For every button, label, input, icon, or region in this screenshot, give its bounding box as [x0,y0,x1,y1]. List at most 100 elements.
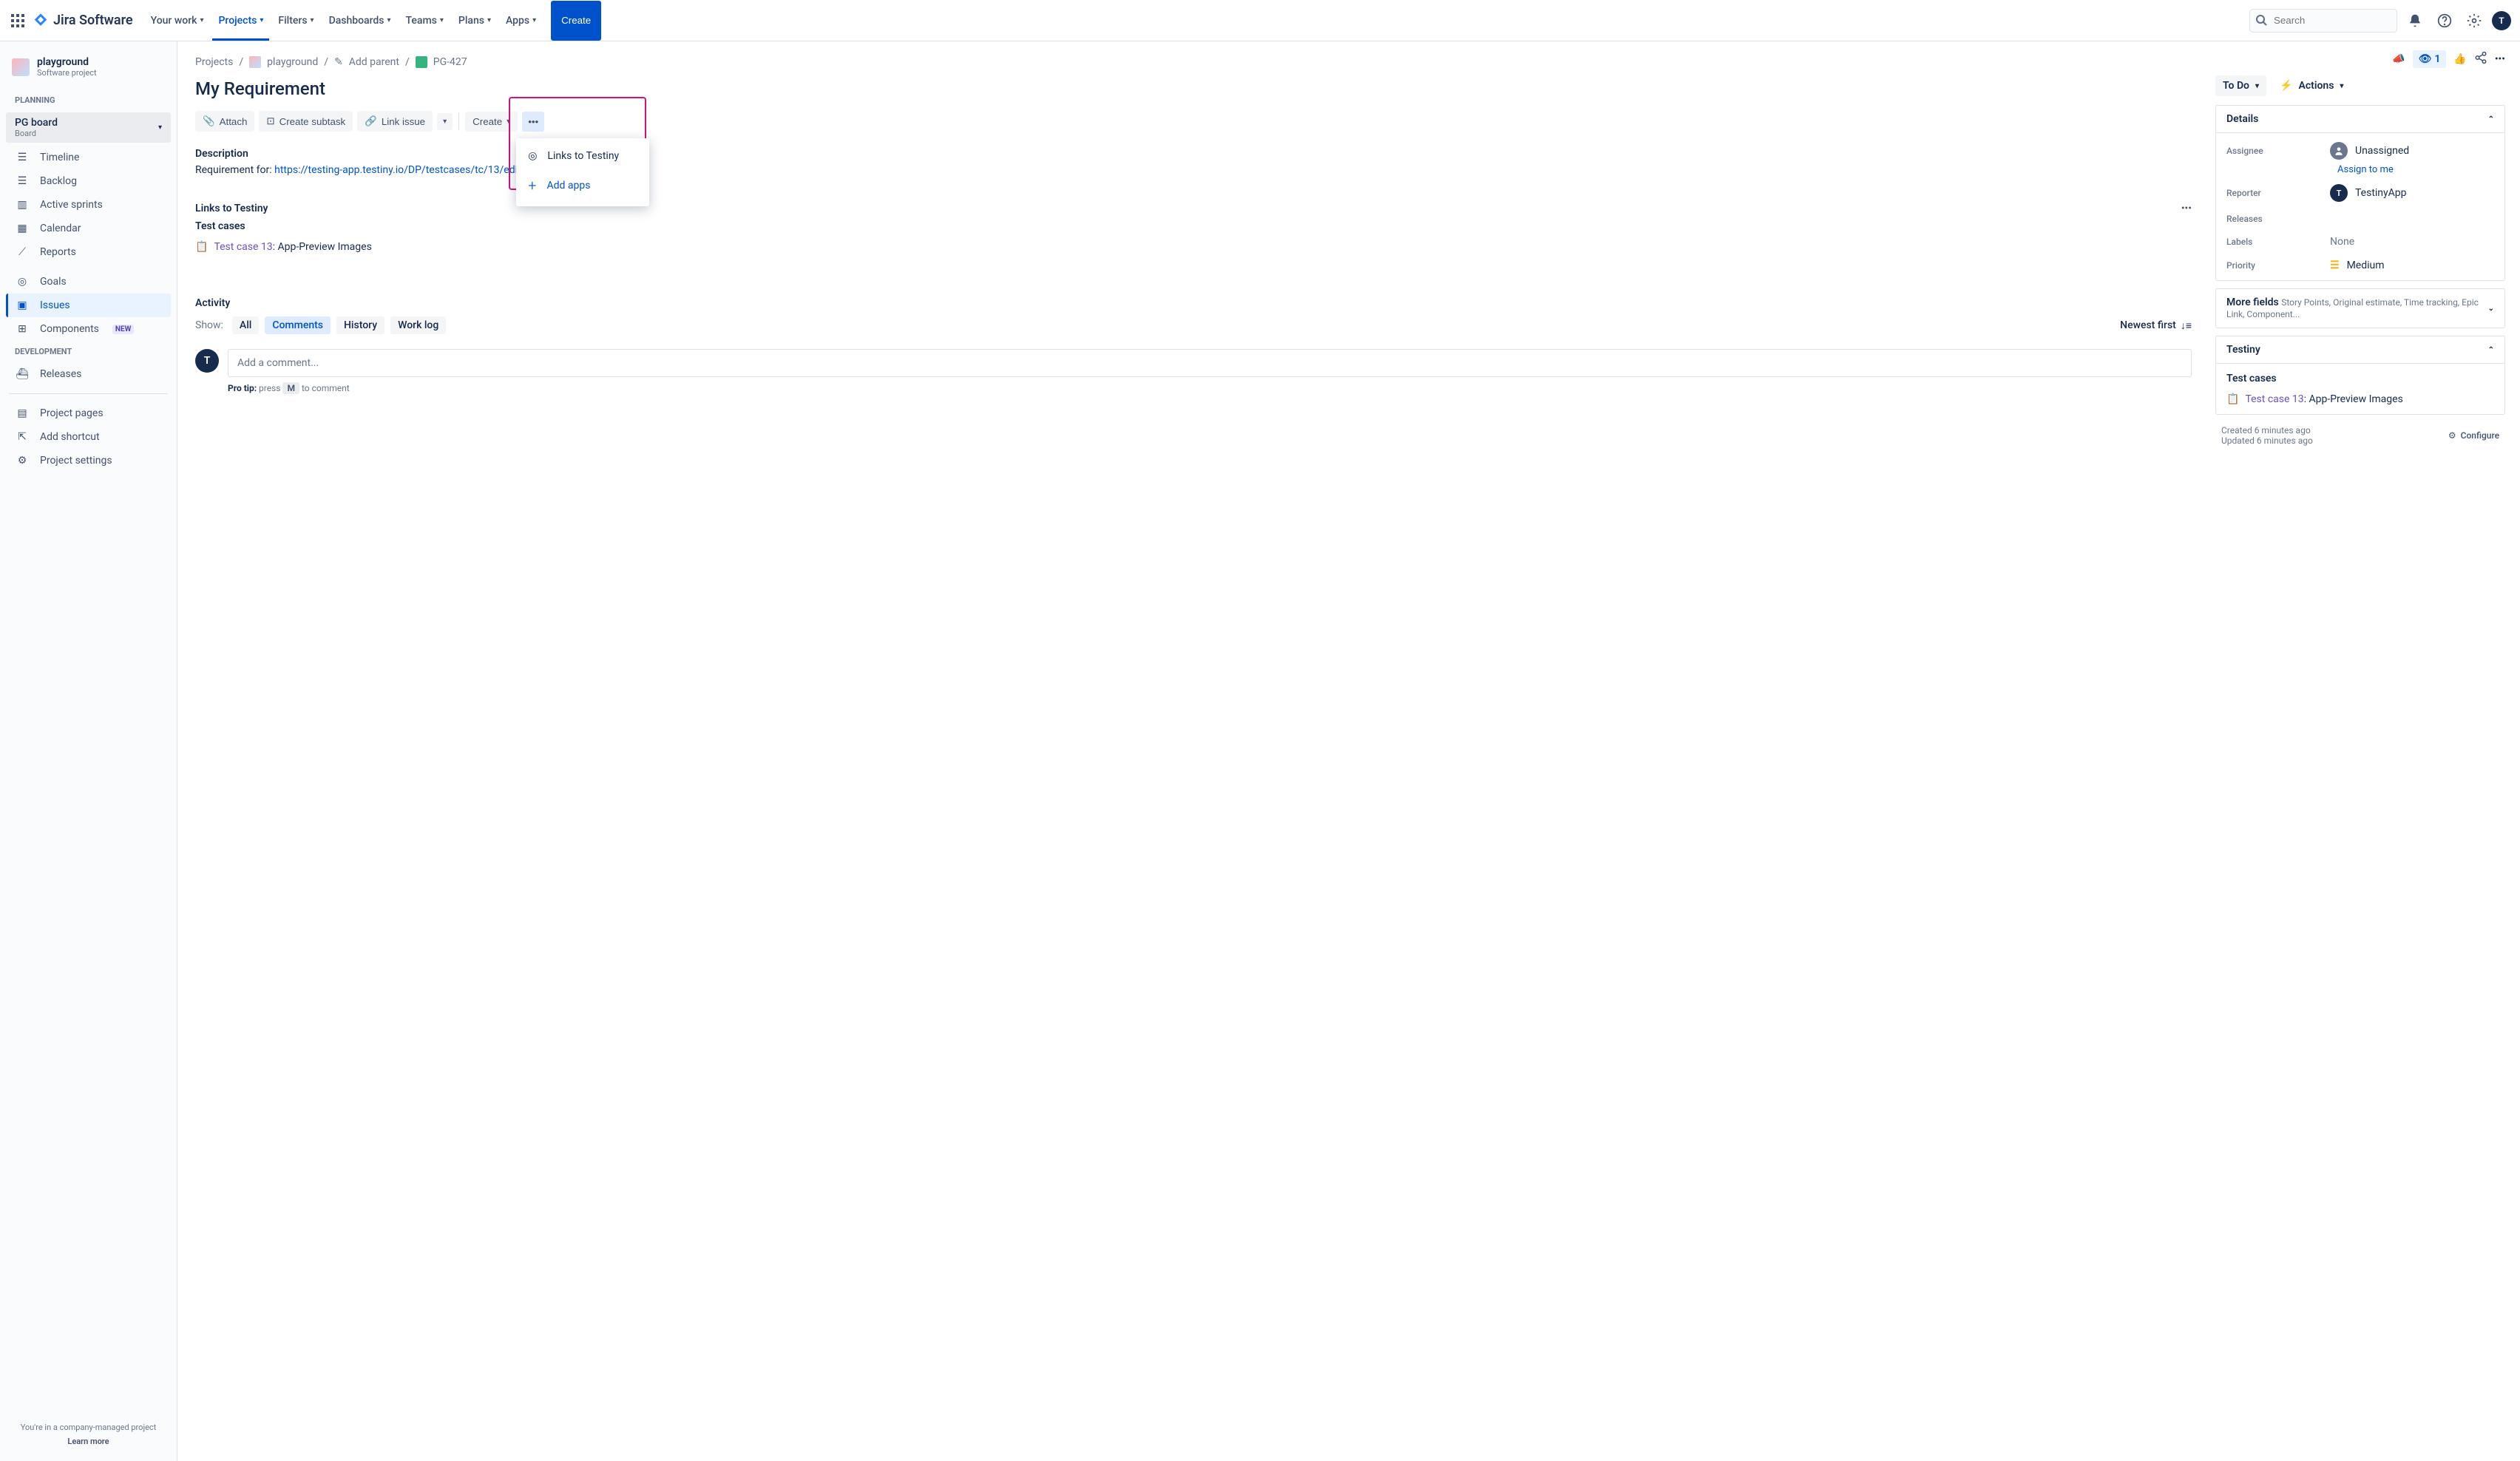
user-avatar[interactable]: T [2492,11,2511,30]
actions-dropdown[interactable]: ⚡Actions▾ [2272,75,2351,96]
watchers-button[interactable]: 👁1 [2413,50,2447,68]
backlog-icon: ☰ [15,175,30,187]
activity-tabs: Show: All Comments History Work log Newe… [195,316,2192,334]
tab-comments[interactable]: Comments [265,316,331,334]
priority-label: Priority [2226,260,2330,271]
create-dropdown-button[interactable]: Create▾ [465,112,518,132]
project-type: Software project [37,68,97,78]
testiny-testcase-link[interactable]: Test case 13 [2245,393,2303,405]
timeline-icon: ☰ [15,152,30,163]
links-more-icon[interactable]: ••• [2181,203,2192,214]
help-icon[interactable] [2433,9,2456,33]
testiny-panel: Testiny ⌃ Test cases 📋 Test case 13: App… [2215,336,2505,415]
nav-dashboards[interactable]: Dashboards▾ [323,1,397,41]
sidebar-issues[interactable]: ▣Issues [6,294,171,317]
search-box [2249,9,2397,33]
app-switcher-icon[interactable] [9,12,27,30]
divider [9,393,168,394]
gear-icon: ⚙ [2448,430,2456,441]
issue-more-icon[interactable]: ••• [2495,53,2505,65]
nav-apps[interactable]: Apps▾ [500,1,542,41]
nav-projects[interactable]: Projects▾ [212,1,269,41]
calendar-icon: ▦ [15,223,30,234]
bc-add-parent[interactable]: Add parent [349,56,399,68]
priority-medium-icon: ☰ [2330,260,2340,271]
testiny-testcase-item[interactable]: 📋 Test case 13: App-Preview Images [2226,393,2494,405]
bc-projects[interactable]: Projects [195,56,233,68]
priority-value[interactable]: ☰ Medium [2330,260,2385,271]
comment-avatar: T [195,349,219,373]
testcase-item[interactable]: 📋 Test case 13: App-Preview Images [195,241,2192,253]
like-icon[interactable]: 👍 [2453,53,2466,65]
settings-icon[interactable] [2462,9,2486,33]
nav-your-work[interactable]: Your work▾ [145,1,210,41]
sort-icon: ↓≡ [2181,319,2192,332]
labels-value[interactable]: None [2330,236,2354,248]
dropdown-links-testiny[interactable]: ◎ Links to Testiny [516,143,649,169]
tab-worklog[interactable]: Work log [390,316,446,334]
sidebar-releases[interactable]: ⛴Releases [6,362,171,386]
testcase-link[interactable]: Test case 13 [214,241,272,253]
sidebar: playground Software project PLANNING PG … [0,41,177,1461]
configure-button[interactable]: ⚙ Configure [2448,430,2499,441]
sidebar-reports[interactable]: ⟋Reports [6,240,171,264]
status-dropdown[interactable]: To Do▾ [2215,75,2266,96]
create-subtask-button[interactable]: ⊡Create subtask [259,111,353,132]
search-input[interactable] [2249,9,2397,33]
create-button[interactable]: Create [551,1,601,41]
feedback-icon[interactable]: 📣 [2392,53,2405,65]
project-header[interactable]: playground Software project [6,56,171,89]
pencil-icon: ✎ [334,56,343,68]
assignee-label: Assignee [2226,146,2330,156]
sidebar-project-pages[interactable]: ▤Project pages [6,401,171,425]
reporter-avatar: T [2330,184,2348,202]
assign-to-me-link[interactable]: Assign to me [2337,164,2494,175]
notifications-icon[interactable] [2403,9,2427,33]
share-icon[interactable] [2474,51,2487,67]
link-issue-button[interactable]: 🔗Link issue [357,111,433,132]
attach-icon: 📎 [203,115,215,127]
details-header[interactable]: Details ⌃ [2216,106,2504,133]
bc-issue-key[interactable]: PG-427 [433,56,467,68]
details-panel: Details ⌃ Assignee Unassigned Assign to … [2215,105,2505,281]
sidebar-components[interactable]: ⊞ComponentsNEW [6,317,171,341]
sidebar-project-settings[interactable]: ⚙Project settings [6,449,171,472]
learn-more-link[interactable]: Learn more [12,1437,165,1446]
attach-button[interactable]: 📎Attach [195,111,254,132]
issue-type-icon [416,56,427,68]
jira-logo[interactable]: Jira Software [33,13,133,29]
chevron-up-icon: ⌃ [2488,115,2494,123]
comment-input[interactable]: Add a comment... [228,349,2192,377]
updated-text: Updated 6 minutes ago [2221,435,2313,446]
nav-plans[interactable]: Plans▾ [453,1,497,41]
pro-tip: Pro tip: press M to comment [228,383,2192,393]
clipboard-icon: 📋 [2226,393,2239,405]
assignee-value[interactable]: Unassigned [2330,142,2409,160]
pages-icon: ▤ [15,407,30,419]
more-actions-button[interactable]: ••• [522,112,544,132]
tab-all[interactable]: All [232,316,259,334]
sidebar-timeline[interactable]: ☰Timeline [6,146,171,169]
issue-title[interactable]: My Requirement [195,78,2192,99]
planning-label: PLANNING [6,89,171,111]
unassigned-avatar-icon [2330,142,2348,160]
description-text[interactable]: Requirement for: https://testing-app.tes… [195,164,2192,176]
sidebar-add-shortcut[interactable]: ⇱Add shortcut [6,425,171,449]
reporter-value[interactable]: T TestinyApp [2330,184,2407,202]
tab-history[interactable]: History [336,316,385,334]
bc-project[interactable]: playground [267,56,318,68]
link-issue-dropdown[interactable]: ▾ [437,113,453,130]
more-fields-header[interactable]: More fields Story Points, Original estim… [2216,289,2504,328]
sidebar-calendar[interactable]: ▦Calendar [6,217,171,240]
board-selector[interactable]: PG board Board ▾ [6,112,171,143]
dropdown-add-apps[interactable]: + Add apps [516,169,649,202]
sidebar-backlog[interactable]: ☰Backlog [6,169,171,193]
testiny-header[interactable]: Testiny ⌃ [2216,336,2504,364]
links-heading: Links to Testiny [195,203,268,214]
nav-teams[interactable]: Teams▾ [400,1,450,41]
sidebar-goals[interactable]: ◎Goals [6,270,171,294]
description-link[interactable]: https://testing-app.testiny.io/DP/testca… [274,164,521,176]
nav-filters[interactable]: Filters▾ [272,1,319,41]
sidebar-active-sprints[interactable]: ▥Active sprints [6,193,171,217]
sort-button[interactable]: Newest first↓≡ [2120,319,2192,332]
